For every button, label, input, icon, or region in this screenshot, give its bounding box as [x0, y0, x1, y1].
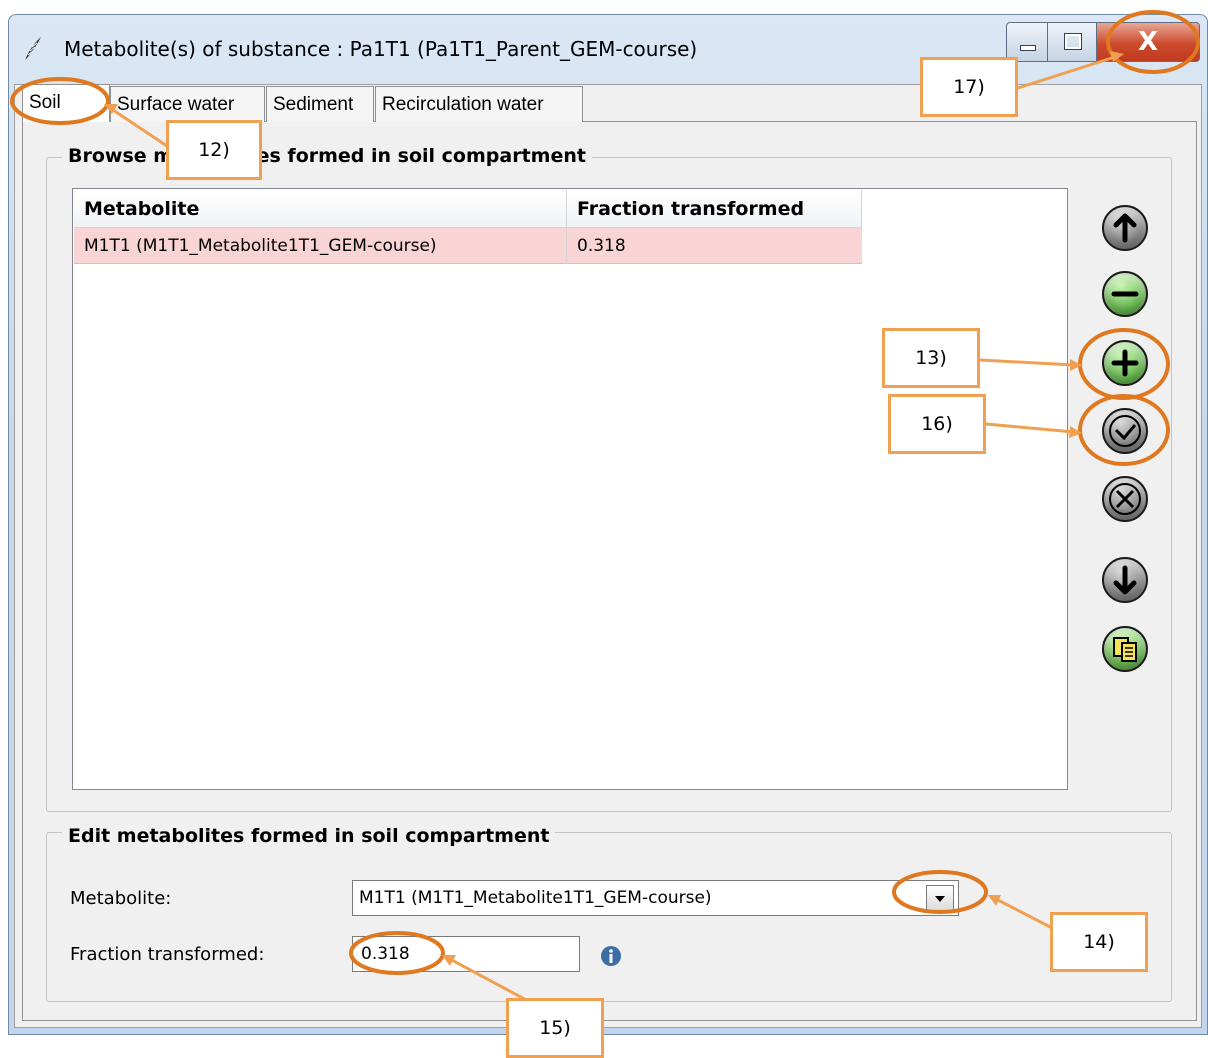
fraction-transformed-input[interactable]: 0.318	[352, 936, 580, 972]
copy-button[interactable]	[1102, 626, 1148, 672]
column-header-metabolite[interactable]: Metabolite	[74, 190, 567, 228]
arrow-up-icon	[1113, 213, 1137, 243]
accept-button[interactable]	[1102, 408, 1148, 454]
window-title: Metabolite(s) of substance : Pa1T1 (Pa1T…	[64, 37, 698, 61]
add-button[interactable]	[1102, 340, 1148, 386]
annotation-callout-13: 13)	[882, 328, 980, 388]
arrow-down-icon	[1113, 565, 1137, 595]
annotation-callout-12: 12)	[166, 120, 262, 180]
check-icon	[1109, 415, 1141, 447]
close-button[interactable]: X	[1096, 22, 1200, 62]
copy-icon	[1113, 637, 1137, 662]
minimize-button[interactable]	[1006, 22, 1048, 62]
tab-soil[interactable]: Soil	[22, 84, 110, 122]
edit-group-title: Edit metabolites formed in soil compartm…	[62, 825, 556, 847]
minimize-icon	[1020, 45, 1036, 51]
info-icon[interactable]	[600, 945, 622, 967]
dropdown-button[interactable]	[926, 885, 954, 911]
chevron-down-icon	[935, 896, 945, 902]
tab-sediment[interactable]: Sediment	[266, 86, 374, 122]
minus-icon	[1111, 291, 1139, 297]
x-icon	[1109, 483, 1141, 515]
fraction-transformed-label: Fraction transformed:	[70, 944, 265, 965]
restore-icon	[1064, 33, 1082, 50]
plus-icon	[1111, 349, 1139, 377]
table-cell-metabolite[interactable]: M1T1 (M1T1_Metabolite1T1_GEM-course)	[74, 228, 567, 264]
annotation-callout-14: 14)	[1050, 912, 1148, 972]
edit-group	[46, 832, 1172, 1002]
close-icon: X	[1137, 27, 1159, 57]
column-header-fraction-transformed[interactable]: Fraction transformed	[567, 190, 862, 228]
cancel-button[interactable]	[1102, 476, 1148, 522]
tab-surface-water[interactable]: Surface water	[110, 86, 265, 122]
metabolite-select[interactable]: M1T1 (M1T1_Metabolite1T1_GEM-course)	[352, 880, 959, 916]
restore-button[interactable]	[1047, 22, 1097, 62]
metabolites-table[interactable]	[72, 188, 1068, 790]
app-feather-icon	[25, 37, 41, 60]
tab-recirculation-water[interactable]: Recirculation water	[375, 86, 583, 122]
remove-button[interactable]	[1102, 271, 1148, 317]
move-down-button[interactable]	[1102, 557, 1148, 603]
browse-group-title: Browse metabolites formed in soil compar…	[62, 145, 592, 167]
annotation-callout-15: 15)	[506, 998, 604, 1058]
table-cell-fraction[interactable]: 0.318	[567, 228, 862, 264]
annotation-callout-17: 17)	[920, 57, 1018, 117]
annotation-callout-16: 16)	[888, 394, 986, 454]
metabolite-label: Metabolite:	[70, 888, 172, 909]
move-up-button[interactable]	[1102, 205, 1148, 251]
